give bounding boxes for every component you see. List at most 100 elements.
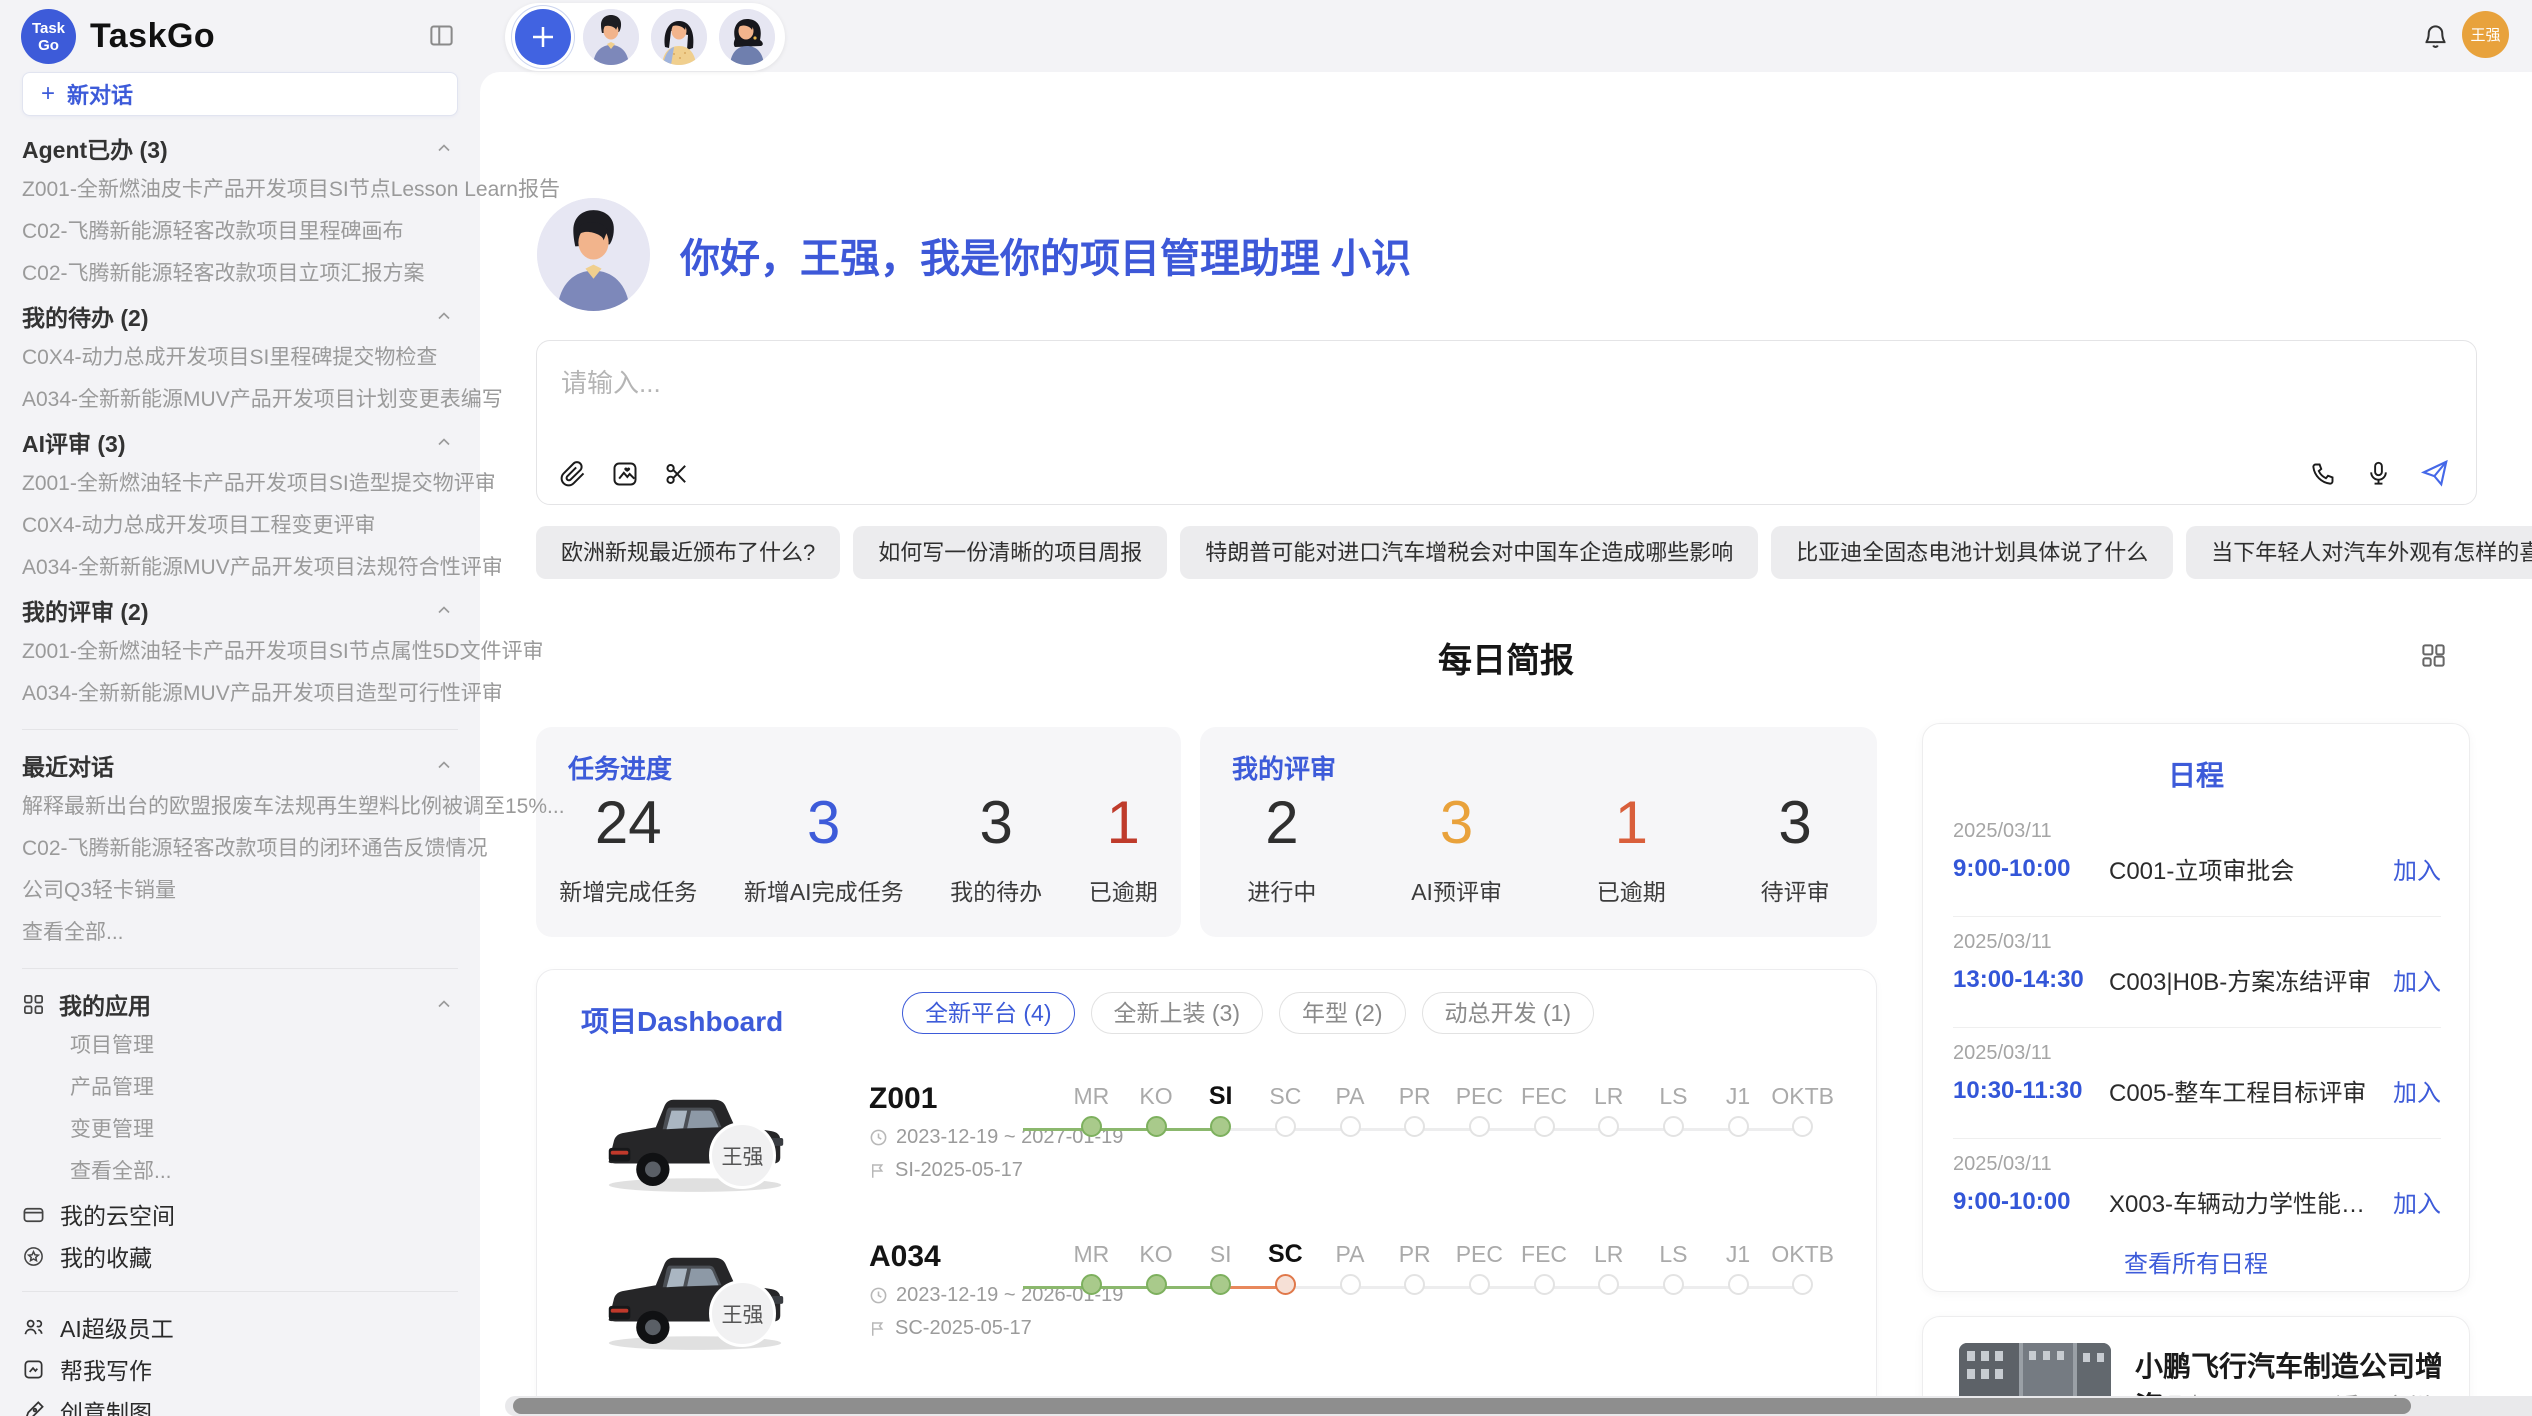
sidebar-item[interactable]: C02-飞腾新能源轻客改款项目立项汇报方案 [22, 253, 458, 295]
chat-input[interactable] [561, 363, 2441, 433]
ai-super-staff[interactable]: AI超级员工 [22, 1306, 458, 1348]
join-link[interactable]: 加入 [2393, 851, 2441, 886]
mic-icon[interactable] [2365, 460, 2392, 487]
event-date: 2025/03/11 [1953, 1153, 2441, 1176]
view-all-apps-link[interactable]: 查看全部... [22, 1151, 458, 1193]
sidebar-item[interactable]: Z001-全新燃油皮卡产品开发项目SI节点Lesson Learn报告 [22, 169, 458, 211]
event-date: 2025/03/11 [1953, 820, 2441, 843]
stat-in-progress: 2进行中 [1247, 787, 1316, 907]
creative-drawing-label: 创意制图 [60, 1394, 152, 1416]
chevron-up-icon[interactable] [434, 755, 454, 775]
join-link[interactable]: 加入 [2393, 1073, 2441, 1108]
phone-icon[interactable] [2310, 460, 2337, 487]
divider [22, 729, 458, 730]
section-header-my-todo[interactable]: 我的待办 (2) [22, 295, 458, 337]
stat-my-todo: 3我的待办 [950, 787, 1042, 907]
suggestion-chip[interactable]: 比亚迪全固态电池计划具体说了什么 [1771, 526, 2173, 579]
section-header-ai-review[interactable]: AI评审 (3) [22, 421, 458, 463]
project-flag-date: SC-2025-05-17 [869, 1317, 1032, 1340]
section-header-recent-chats[interactable]: 最近对话 [22, 744, 458, 786]
project-flag-date: SI-2025-05-17 [869, 1159, 1023, 1182]
sidebar-item[interactable]: Z001-全新燃油轻卡产品开发项目SI造型提交物评审 [22, 463, 458, 505]
agent-avatar-3[interactable] [719, 9, 775, 65]
app-item-project-mgmt[interactable]: 项目管理 [22, 1025, 458, 1067]
chevron-up-icon[interactable] [434, 306, 454, 326]
stat-ai-prereview: 3AI预评审 [1411, 787, 1502, 907]
sidebar-item[interactable]: C0X4-动力总成开发项目工程变更评审 [22, 505, 458, 547]
milestone: PA [1318, 1238, 1383, 1302]
milestone: LR [1576, 1238, 1641, 1302]
user-avatar[interactable]: 王强 [2462, 11, 2509, 58]
view-all-schedule-link[interactable]: 查看所有日程 [1923, 1244, 2469, 1279]
section-title: AI评审 (3) [22, 425, 126, 459]
horizontal-scrollbar-thumb[interactable] [513, 1398, 2411, 1414]
sidebar-item[interactable]: C0X4-动力总成开发项目SI里程碑提交物检查 [22, 337, 458, 379]
divider [1953, 1027, 2441, 1028]
join-link[interactable]: 加入 [2393, 962, 2441, 997]
project-name: Z001 [869, 1082, 937, 1116]
recent-chat-item[interactable]: 解释最新出台的欧盟报废车法规再生塑料比例被调至15%... [22, 786, 458, 828]
creative-drawing[interactable]: 创意制图 [22, 1390, 458, 1416]
assistant-avatar [537, 198, 650, 311]
chevron-up-icon[interactable] [434, 994, 454, 1014]
sidebar-item[interactable]: A034-全新新能源MUV产品开发项目法规符合性评审 [22, 547, 458, 589]
milestone: SI [1188, 1238, 1253, 1302]
image-icon[interactable] [611, 460, 639, 488]
flag-icon [869, 1320, 887, 1338]
milestone-strip: MR KO SI SC PA PR PEC FEC LR LS J1 OKTB [1059, 1080, 1835, 1144]
attachment-icon[interactable] [559, 460, 587, 488]
my-favorites[interactable]: 我的收藏 [22, 1235, 458, 1277]
section-header-my-apps[interactable]: 我的应用 [22, 983, 458, 1025]
section-header-my-review[interactable]: 我的评审 (2) [22, 589, 458, 631]
filter-new-body[interactable]: 全新上装 (3) [1091, 992, 1264, 1034]
send-icon[interactable] [2420, 458, 2450, 488]
project-dashboard-card: 项目Dashboard 全新平台 (4) 全新上装 (3) 年型 (2) 动总开… [536, 969, 1877, 1414]
sidebar-item[interactable]: Z001-全新燃油轻卡产品开发项目SI节点属性5D文件评审 [22, 631, 458, 673]
chevron-up-icon[interactable] [434, 432, 454, 452]
horizontal-scrollbar-track[interactable] [505, 1396, 2532, 1416]
project-row[interactable]: 王强 Z001 2023-12-19 ~ 2027-01-19 SI-2025-… [537, 1070, 1877, 1228]
project-owner-badge: 王强 [709, 1280, 776, 1347]
sidebar-item[interactable]: A034-全新新能源MUV产品开发项目计划变更表编写 [22, 379, 458, 421]
divider [1953, 1138, 2441, 1139]
app-item-product-mgmt[interactable]: 产品管理 [22, 1067, 458, 1109]
sidebar-item[interactable]: A034-全新新能源MUV产品开发项目造型可行性评审 [22, 673, 458, 715]
project-row[interactable]: 王强 A034 2023-12-19 ~ 2026-01-19 SC-2025-… [537, 1228, 1877, 1386]
section-header-agent-done[interactable]: Agent已办 (3) [22, 127, 458, 169]
my-cloud-space[interactable]: 我的云空间 [22, 1193, 458, 1235]
suggestion-chip[interactable]: 欧洲新规最近颁布了什么? [536, 526, 840, 579]
view-all-chats-link[interactable]: 查看全部... [22, 912, 458, 954]
milestone: LS [1641, 1238, 1706, 1302]
agent-avatar-1[interactable] [583, 9, 639, 65]
sidebar-item[interactable]: C02-飞腾新能源轻客改款项目里程碑画布 [22, 211, 458, 253]
recent-chat-item[interactable]: 公司Q3轻卡销量 [22, 870, 458, 912]
suggestion-chip[interactable]: 特朗普可能对进口汽车增税会对中国车企造成哪些影响 [1180, 526, 1758, 579]
event-time: 9:00-10:00 [1953, 855, 2109, 883]
notification-bell-icon[interactable] [2422, 23, 2449, 50]
suggestion-chips: 欧洲新规最近颁布了什么? 如何写一份清晰的项目周报 特朗普可能对进口汽车增税会对… [536, 526, 2532, 579]
schedule-event: 2025/03/11 9:00-10:00 C001-立项审批会 加入 [1953, 820, 2441, 886]
layout-grid-icon[interactable] [2420, 642, 2447, 669]
new-chat-button[interactable]: + 新对话 [22, 72, 458, 116]
chevron-up-icon[interactable] [434, 138, 454, 158]
suggestion-chip[interactable]: 当下年轻人对汽车外观有怎样的喜好趋势 [2186, 526, 2532, 579]
greeting-text: 你好，王强，我是你的项目管理助理 小识 [680, 226, 1411, 284]
filter-model-year[interactable]: 年型 (2) [1279, 992, 1406, 1034]
my-cloud-space-label: 我的云空间 [60, 1197, 175, 1231]
scissors-icon[interactable] [663, 460, 691, 488]
filter-all-new-platform[interactable]: 全新平台 (4) [902, 992, 1075, 1034]
chevron-up-icon[interactable] [434, 600, 454, 620]
suggestion-chip[interactable]: 如何写一份清晰的项目周报 [853, 526, 1167, 579]
help-me-write[interactable]: 帮我写作 [22, 1348, 458, 1390]
app-logo-icon: Task Go [21, 9, 76, 64]
milestone: LS [1641, 1080, 1706, 1144]
recent-chat-item[interactable]: C02-飞腾新能源轻客改款项目的闭环通告反馈情况 [22, 828, 458, 870]
add-agent-button[interactable] [515, 9, 571, 65]
filter-powertrain[interactable]: 动总开发 (1) [1422, 992, 1595, 1034]
agent-avatar-2[interactable] [651, 9, 707, 65]
event-date: 2025/03/11 [1953, 1042, 2441, 1065]
sidebar-collapse-icon[interactable] [428, 22, 455, 49]
app-item-change-mgmt[interactable]: 变更管理 [22, 1109, 458, 1151]
join-link[interactable]: 加入 [2393, 1184, 2441, 1219]
cloud-space-icon [22, 1203, 45, 1226]
